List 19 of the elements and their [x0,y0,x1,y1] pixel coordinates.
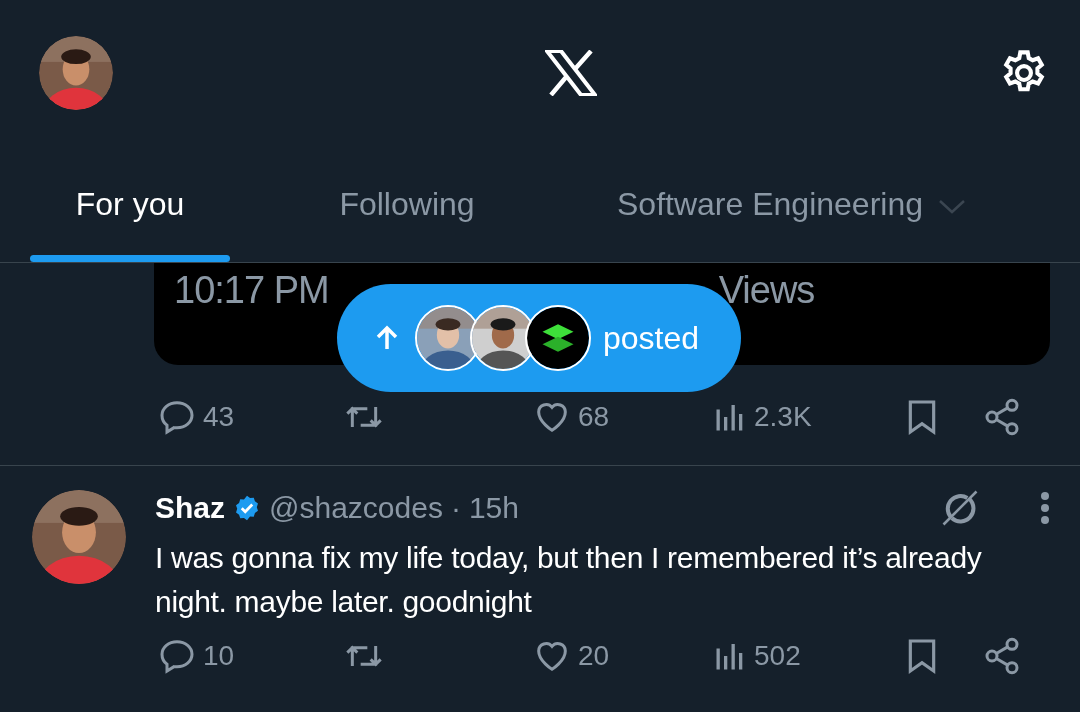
reply-button[interactable]: 43 [157,395,235,439]
feed-tab[interactable]: Following [260,148,554,262]
like-button[interactable]: 68 [532,395,610,439]
post-time[interactable]: 15h [468,491,519,525]
views-button[interactable]: 2.3K [712,395,812,439]
author-handle[interactable]: @shazcodes [269,491,443,525]
reply-button[interactable]: 10 [157,634,235,678]
arrow-up-icon [375,325,399,351]
chevron-down-icon [937,197,967,215]
feed-tab[interactable]: For you [0,148,260,262]
x-logo-icon[interactable] [544,50,597,96]
feed-tab[interactable]: Software Engineering [554,148,1030,262]
post-time: 10:17 PM [174,268,329,313]
post-text: I was gonna fix my life today, but then I remembered it’s already night. maybe later. goodnight [155,540,983,620]
more-options-icon[interactable] [1040,491,1050,525]
like-button[interactable]: 20 [532,634,610,678]
views-button[interactable]: 502 [712,634,801,678]
separator-dot: · [450,491,461,525]
author-name[interactable]: Shaz [155,491,226,525]
